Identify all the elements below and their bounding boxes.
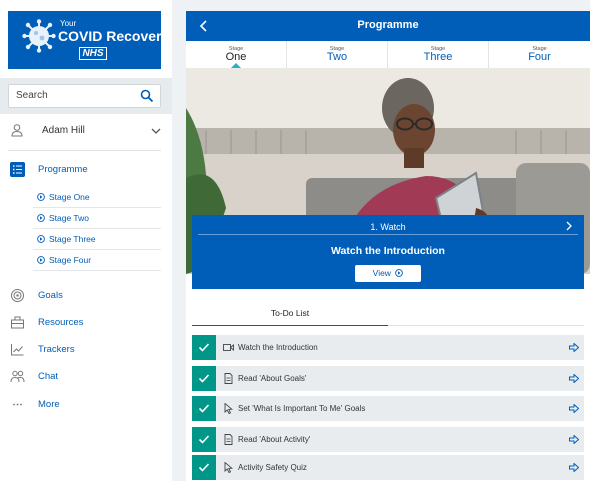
task-label: Set 'What Is Important To Me' Goals bbox=[238, 404, 366, 413]
nav-item-programme[interactable]: Programme bbox=[0, 159, 172, 181]
tab-stage-two[interactable]: Stage Two bbox=[287, 41, 388, 68]
brand-title: COVID Recovery bbox=[58, 28, 170, 44]
check-icon bbox=[198, 435, 210, 444]
task-row[interactable]: Activity Safety Quiz bbox=[192, 455, 584, 480]
arrow-right-icon[interactable] bbox=[569, 463, 579, 472]
search-icon[interactable] bbox=[140, 89, 154, 103]
sub-item-stage-one[interactable]: Stage One bbox=[33, 187, 161, 208]
nav-label-trackers: Trackers bbox=[38, 344, 75, 355]
task-label: Read 'About Goals' bbox=[238, 374, 307, 383]
nav-item-trackers[interactable]: Trackers bbox=[0, 339, 172, 361]
document-icon bbox=[224, 434, 233, 445]
card-step: 1. Watch bbox=[370, 222, 406, 232]
check-icon bbox=[198, 463, 210, 472]
virus-icon bbox=[22, 19, 56, 53]
sub-item-stage-three[interactable]: Stage Three bbox=[33, 229, 161, 250]
page-title: Programme bbox=[357, 19, 419, 31]
task-row[interactable]: Read 'About Activity' bbox=[192, 427, 584, 452]
arrow-right-icon[interactable] bbox=[569, 343, 579, 352]
sub-item-stage-two[interactable]: Stage Two bbox=[33, 208, 161, 229]
circle-arrow-icon bbox=[37, 214, 45, 222]
task-row[interactable]: Set 'What Is Important To Me' Goals bbox=[192, 396, 584, 421]
task-row[interactable]: Read 'About Goals' bbox=[192, 366, 584, 391]
briefcase-icon bbox=[11, 316, 24, 329]
list-tabs: To-Do List bbox=[192, 300, 584, 326]
sub-item-stage-four[interactable]: Stage Four bbox=[33, 250, 161, 271]
circle-arrow-icon bbox=[37, 256, 45, 264]
chevron-right-icon[interactable] bbox=[564, 220, 574, 232]
sidebar: Your COVID Recovery NHS Search Adam Hill bbox=[0, 0, 172, 481]
circle-arrow-icon bbox=[395, 269, 404, 277]
tab-divider bbox=[388, 325, 584, 326]
sub-item-label: Stage Two bbox=[49, 213, 90, 223]
task-label: Watch the Introduction bbox=[238, 343, 318, 352]
nav-item-goals[interactable]: Goals bbox=[0, 285, 172, 307]
complete-check[interactable] bbox=[192, 396, 216, 421]
document-icon bbox=[224, 373, 233, 384]
sub-item-label: Stage One bbox=[49, 192, 90, 202]
stage-tabs: Stage One Stage Two Stage Three Stage Fo… bbox=[186, 41, 590, 68]
task-label: Read 'About Activity' bbox=[238, 435, 311, 444]
main-panel: Programme Stage One Stage Two Stage Thre… bbox=[186, 11, 590, 481]
search-area: Search bbox=[0, 78, 172, 114]
arrow-right-icon[interactable] bbox=[569, 374, 579, 383]
divider bbox=[8, 150, 161, 151]
more-icon bbox=[13, 403, 22, 406]
card-divider bbox=[198, 234, 578, 235]
tab-stage-three[interactable]: Stage Three bbox=[388, 41, 489, 68]
nav-label-resources: Resources bbox=[38, 317, 84, 328]
nav-item-more[interactable]: More bbox=[0, 394, 172, 416]
pointer-icon bbox=[224, 403, 233, 414]
complete-check[interactable] bbox=[192, 455, 216, 480]
user-name: Adam Hill bbox=[42, 125, 85, 136]
sub-item-label: Stage Four bbox=[49, 255, 92, 265]
view-button[interactable]: View bbox=[355, 265, 421, 282]
nav-label-goals: Goals bbox=[38, 290, 63, 301]
list-icon bbox=[10, 162, 25, 177]
pointer-icon bbox=[224, 462, 233, 473]
circle-arrow-icon bbox=[37, 235, 45, 243]
nav-item-resources[interactable]: Resources bbox=[0, 312, 172, 334]
task-label: Activity Safety Quiz bbox=[238, 463, 307, 472]
card-heading: Watch the Introduction bbox=[331, 245, 445, 257]
check-icon bbox=[198, 374, 210, 383]
circle-arrow-icon bbox=[37, 193, 45, 201]
tab-stage-four[interactable]: Stage Four bbox=[489, 41, 590, 68]
chart-icon bbox=[11, 344, 24, 356]
arrow-right-icon[interactable] bbox=[569, 404, 579, 413]
complete-check[interactable] bbox=[192, 366, 216, 391]
nav-label-more: More bbox=[38, 399, 60, 410]
sub-item-label: Stage Three bbox=[49, 234, 96, 244]
tab-stage-one[interactable]: Stage One bbox=[186, 41, 287, 68]
stage-tab-name: Three bbox=[423, 51, 453, 63]
search-input[interactable]: Search bbox=[8, 84, 161, 108]
stage-tab-name: Two bbox=[326, 51, 348, 63]
user-menu[interactable]: Adam Hill bbox=[0, 118, 172, 146]
arrow-right-icon[interactable] bbox=[569, 435, 579, 444]
nav-item-chat[interactable]: Chat bbox=[0, 366, 172, 388]
stage-tab-name: Four bbox=[528, 51, 551, 63]
brand-your: Your bbox=[60, 19, 77, 28]
people-icon bbox=[10, 370, 25, 383]
complete-check[interactable] bbox=[192, 335, 216, 360]
header-bar: Programme bbox=[186, 11, 590, 41]
nav-label-chat: Chat bbox=[38, 371, 59, 382]
complete-check[interactable] bbox=[192, 427, 216, 452]
target-icon bbox=[11, 289, 24, 302]
user-icon bbox=[11, 124, 23, 137]
stage-tab-name: One bbox=[225, 51, 247, 63]
search-placeholder: Search bbox=[16, 90, 48, 101]
check-icon bbox=[198, 404, 210, 413]
task-row[interactable]: Watch the Introduction bbox=[192, 335, 584, 360]
view-button-label: View bbox=[372, 268, 391, 278]
chevron-down-icon[interactable] bbox=[150, 125, 162, 137]
nhs-logo: NHS bbox=[79, 47, 107, 60]
video-icon bbox=[223, 344, 234, 351]
app-logo[interactable]: Your COVID Recovery NHS bbox=[8, 11, 169, 69]
activity-card: 1. Watch Watch the Introduction View bbox=[192, 215, 584, 289]
tab-todo-list[interactable]: To-Do List bbox=[192, 300, 388, 326]
check-icon bbox=[198, 343, 210, 352]
nav-label-programme: Programme bbox=[38, 164, 88, 175]
